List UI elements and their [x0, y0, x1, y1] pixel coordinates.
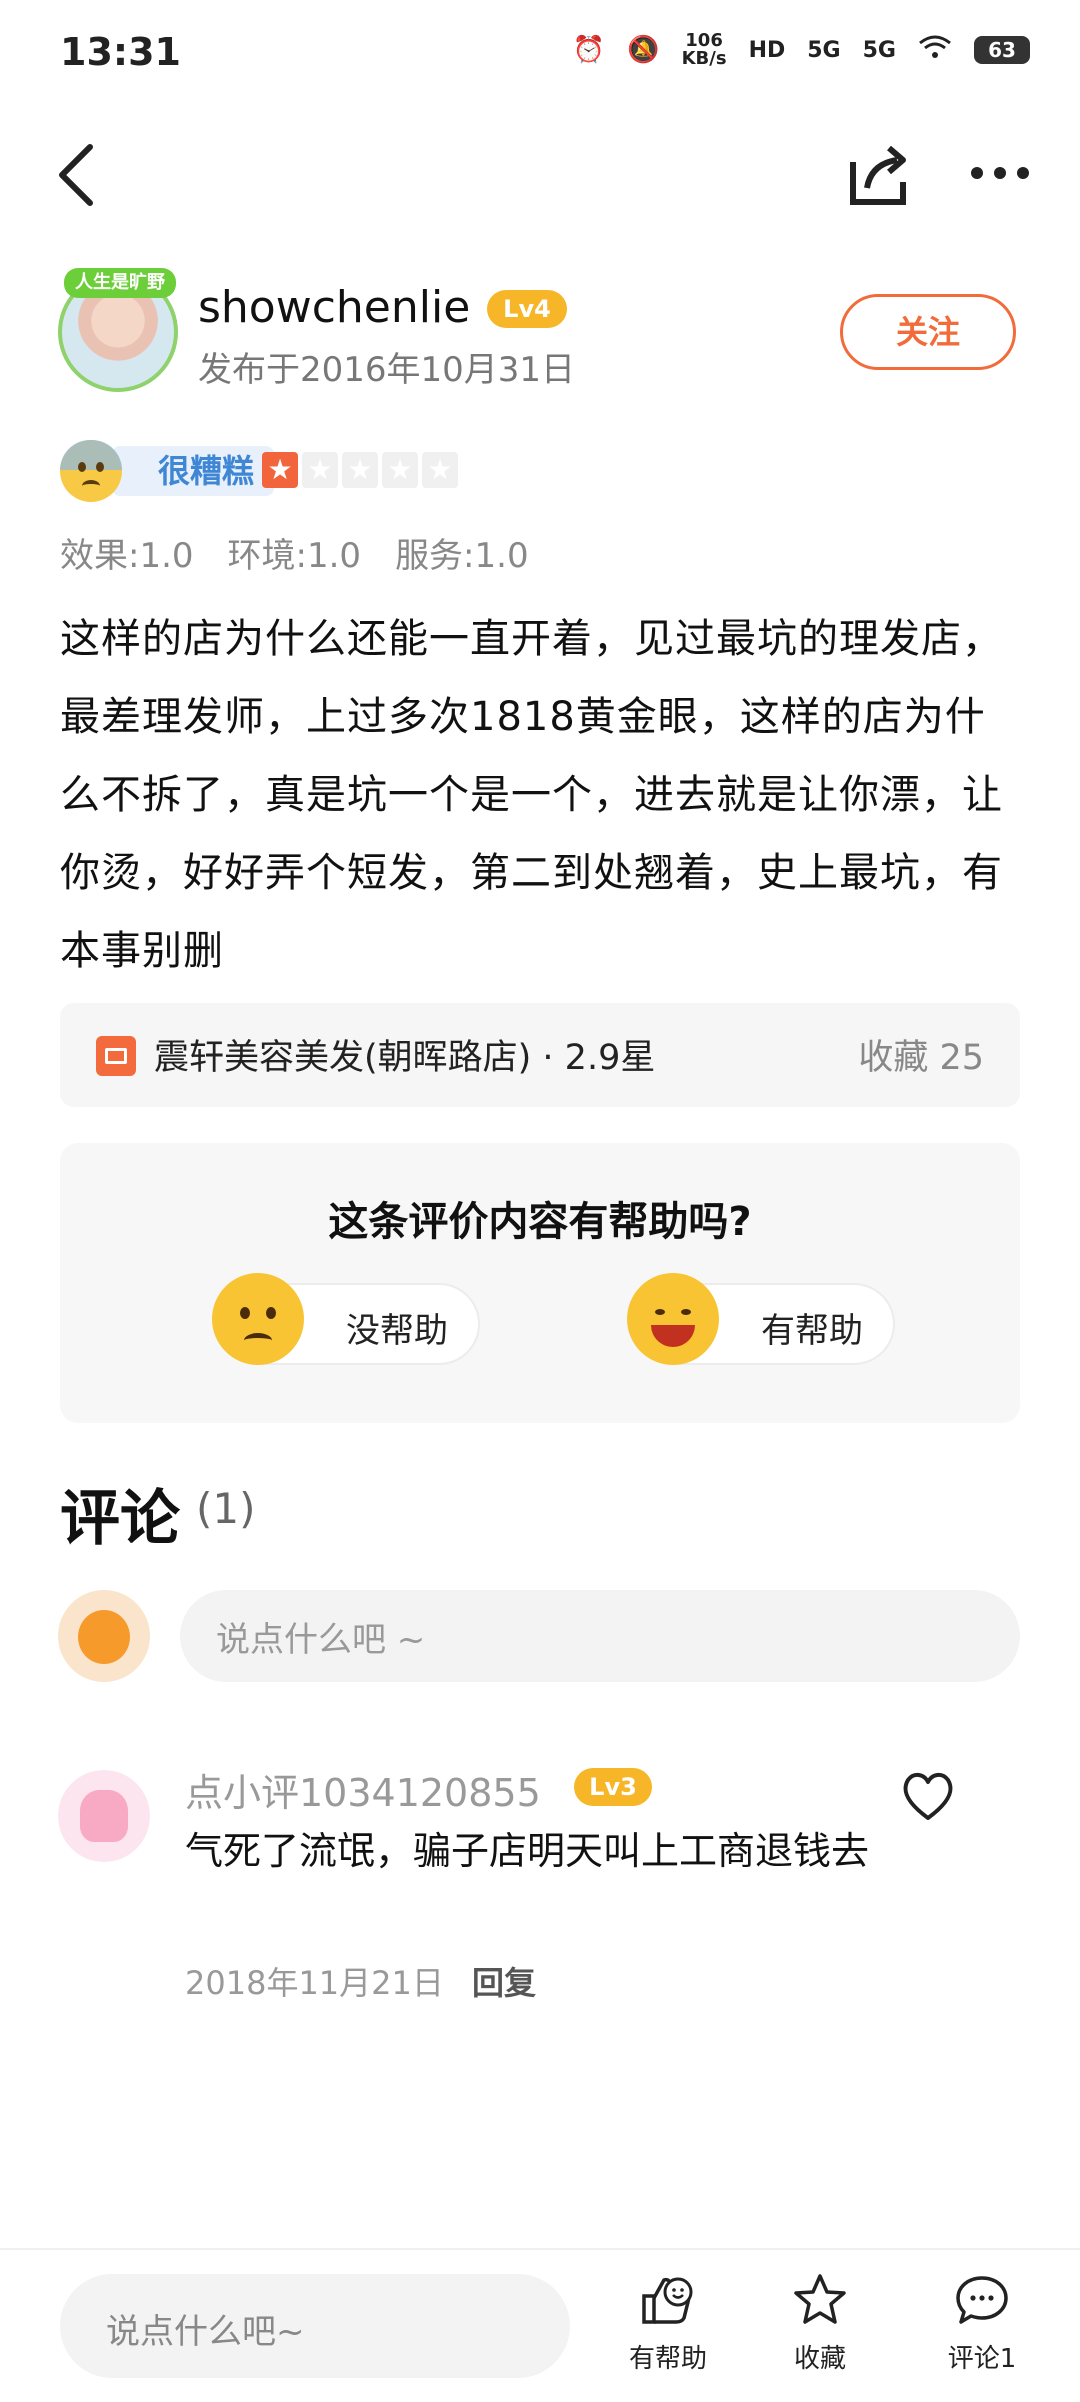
commenter-avatar[interactable] — [58, 1770, 150, 1862]
avatar-tag: 人生是旷野 — [64, 268, 176, 298]
score-effect: 效果:1.0 — [60, 536, 194, 576]
not-helpful-label: 没帮助 — [346, 1311, 448, 1351]
mute-icon: 🔕 — [627, 35, 660, 65]
wifi-icon — [918, 34, 952, 67]
shop-name: 震轩美容美发(朝晖路店) · 2.9星 — [154, 1038, 656, 1078]
signal-icon-2: 5G — [862, 37, 896, 63]
bottom-input-placeholder: 说点什么吧~ — [106, 2312, 305, 2352]
more-icon[interactable] — [965, 160, 1035, 190]
helpful-button[interactable]: 有帮助 — [627, 1273, 895, 1365]
score-environment: 环境:1.0 — [227, 536, 362, 576]
bottom-comment-label: 评论1 — [947, 2344, 1017, 2374]
star-icon: ★ — [382, 452, 418, 488]
star-icon: ★ — [262, 452, 298, 488]
bottom-bar: 说点什么吧~ 有帮助 收藏 评论1 — [0, 2248, 1080, 2402]
heart-icon[interactable] — [898, 1768, 958, 1824]
comment-date: 2018年11月21日 — [185, 1964, 444, 2002]
star-icon: ★ — [342, 452, 378, 488]
follow-button[interactable]: 关注 — [840, 294, 1016, 370]
helpful-question: 这条评价内容有帮助吗? — [328, 1199, 752, 1245]
sub-scores: 效果:1.0 环境:1.0 服务:1.0 — [60, 528, 529, 577]
author-level-badge: Lv4 — [487, 290, 567, 328]
shop-icon — [96, 1036, 136, 1076]
status-bar: 13:31 ⏰ 🔕 106 KB/s HD 5G 5G 63 — [0, 0, 1080, 110]
share-icon[interactable] — [845, 140, 915, 210]
star-outline-icon — [794, 2274, 846, 2324]
rating-label: 很糟糕 — [112, 446, 275, 496]
comment-input[interactable]: 说点什么吧 ~ — [180, 1590, 1020, 1682]
commenter-level-badge: Lv3 — [574, 1768, 652, 1806]
status-time: 13:31 — [60, 30, 181, 74]
alarm-icon: ⏰ — [572, 35, 606, 65]
hd-icon: HD — [748, 37, 786, 63]
grin-face-icon — [627, 1273, 719, 1365]
bottom-favorite-label: 收藏 — [793, 2344, 846, 2374]
helpful-card: 这条评价内容有帮助吗? 没帮助 有帮助 — [60, 1143, 1020, 1423]
comments-count: (1) — [196, 1484, 256, 1533]
bottom-comment-button[interactable]: 评论1 — [922, 2272, 1042, 2375]
rating-stars: ★ ★ ★ ★ ★ — [262, 452, 458, 488]
bottom-helpful-button[interactable]: 有帮助 — [608, 2272, 728, 2375]
my-avatar — [58, 1590, 150, 1682]
bottom-helpful-label: 有帮助 — [628, 2344, 707, 2374]
comment-input-placeholder: 说点什么吧 ~ — [216, 1620, 426, 1660]
commenter-name[interactable]: 点小评1034120855 — [185, 1762, 541, 1817]
frown-face-icon — [212, 1273, 304, 1365]
shop-favorites: 收藏 25 — [858, 1038, 984, 1078]
signal-icon-1: 5G — [807, 37, 841, 63]
comment-text: 气死了流氓，骗子店明天叫上工商退钱去 — [185, 1829, 870, 1873]
bottom-comment-input[interactable]: 说点什么吧~ — [60, 2274, 570, 2378]
bottom-favorite-button[interactable]: 收藏 — [760, 2272, 880, 2375]
not-helpful-button[interactable]: 没帮助 — [212, 1273, 480, 1365]
publish-date: 发布于2016年10月31日 — [198, 350, 576, 390]
battery-indicator: 63 — [974, 36, 1030, 64]
sad-face-icon — [60, 440, 122, 502]
status-icons: ⏰ 🔕 106 KB/s HD 5G 5G 63 — [573, 32, 1030, 68]
star-icon: ★ — [422, 452, 458, 488]
shop-card[interactable]: 震轩美容美发(朝晖路店) · 2.9星 收藏 25 — [60, 1003, 1020, 1107]
star-icon: ★ — [302, 452, 338, 488]
helpful-label: 有帮助 — [761, 1311, 863, 1351]
reply-button[interactable]: 回复 — [472, 1958, 536, 2004]
net-speed: 106 KB/s — [681, 30, 727, 69]
comment-bubble-icon — [956, 2276, 1008, 2324]
score-service: 服务:1.0 — [395, 536, 529, 576]
review-text: 这样的店为什么还能一直开着，见过最坑的理发店，最差理发师，上过多次1818黄金眼… — [60, 616, 1003, 974]
back-arrow-icon[interactable] — [50, 135, 110, 215]
comments-title: 评论 — [60, 1484, 180, 1554]
author-name[interactable]: showchenlie — [198, 282, 470, 333]
thumbs-up-icon — [642, 2277, 693, 2324]
